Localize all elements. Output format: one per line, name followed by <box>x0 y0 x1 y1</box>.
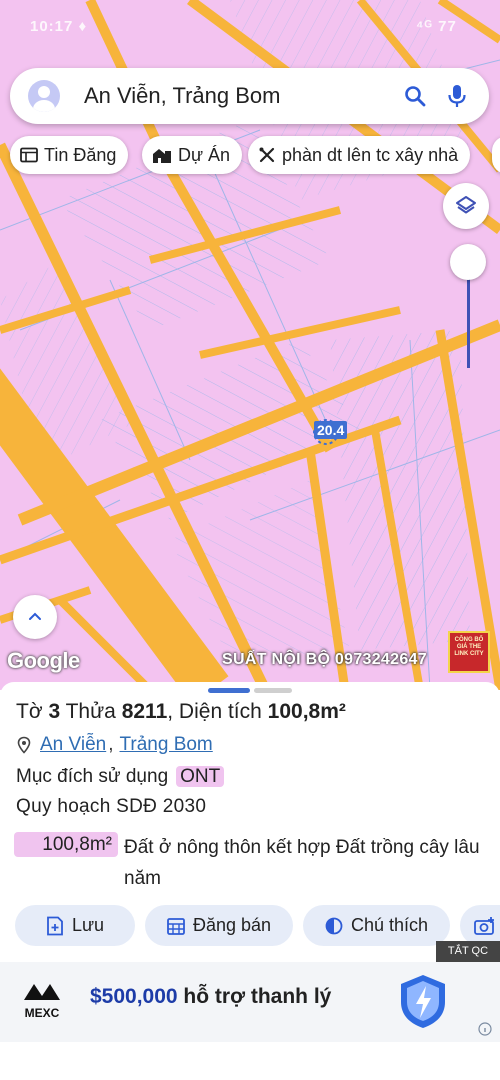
promo-stamp-logo: CÔNG BỐ GIÁ THE LINK CITY <box>448 631 490 673</box>
parcel-area: 100,8m² <box>267 700 346 723</box>
commune-link[interactable]: An Viễn <box>40 734 106 756</box>
contrast-icon <box>325 917 343 934</box>
purpose-label: Mục đích sử dụng <box>16 766 169 787</box>
page-indicator-active[interactable] <box>208 688 250 693</box>
status-time: 10:17 ♦ <box>30 18 88 35</box>
chip-tin-dang[interactable]: Tin Đăng <box>10 136 129 174</box>
avatar[interactable] <box>28 80 60 112</box>
expand-up-button[interactable] <box>13 595 57 639</box>
map-watermark: SUẤT NỘI BỘ 0973242647 <box>222 651 427 668</box>
chip-label: Tin Đăng <box>44 144 117 165</box>
save-button[interactable]: Lưu <box>15 905 135 946</box>
search-bar[interactable]: An Viễn, Trảng Bom <box>10 68 489 124</box>
search-icon <box>405 86 426 107</box>
save-label: Lưu <box>71 915 105 935</box>
slider-thumb[interactable] <box>450 244 486 280</box>
legend-button[interactable]: Chú thích <box>303 905 450 946</box>
chevron-up-icon <box>29 612 41 620</box>
search-query[interactable]: An Viễn, Trảng Bom <box>84 83 397 109</box>
shield-icon <box>401 975 445 1028</box>
ad-info-icon[interactable] <box>478 1022 492 1036</box>
parcel-info-sheet[interactable]: Tờ 3 Thửa 8211, Diện tích 100,8m² An Viễ… <box>0 682 500 964</box>
page-indicator[interactable] <box>254 688 292 693</box>
district-link[interactable]: Trảng Bom <box>119 734 212 756</box>
ad-banner[interactable]: MEXC $500,000 hỗ trợ thanh lý <box>0 962 500 1042</box>
close-ad-button[interactable]: TẮT QC <box>436 941 500 962</box>
layers-button[interactable] <box>443 183 489 229</box>
ad-text: hỗ trợ thanh lý <box>177 985 332 1008</box>
post-for-sale-label: Đăng bán <box>192 915 272 935</box>
opacity-slider[interactable] <box>450 244 486 369</box>
chip-du-an[interactable]: Dự Án <box>142 136 243 174</box>
post-for-sale-button[interactable]: Đăng bán <box>145 905 293 946</box>
add-photo-button[interactable] <box>460 905 500 946</box>
calendar-icon <box>167 917 185 935</box>
parcel-word: Thửa <box>65 700 116 723</box>
plan-label: Quy hoạch SDĐ 2030 <box>16 796 207 817</box>
ad-brand: MEXC <box>24 1006 60 1020</box>
land-use-purpose: Mục đích sử dụng ONT <box>16 766 225 788</box>
chip-phan-dt[interactable]: phàn dt lên tc xây nhà <box>248 136 471 174</box>
parcel-number: 8211 <box>121 700 168 723</box>
sheet-number: 3 <box>48 700 61 723</box>
microphone-icon <box>448 85 466 107</box>
promo-stamp-text: CÔNG BỐ GIÁ THE LINK CITY <box>454 637 484 657</box>
bottom-safe-area <box>0 1042 500 1080</box>
building-icon <box>153 149 171 163</box>
plan-description: Đất ở nông thôn kết hợp Đất trồng cây lâ… <box>124 837 480 889</box>
ad-amount: $500,000 <box>90 985 178 1008</box>
chip-label: Dự Án <box>178 144 231 165</box>
legend-label: Chú thích <box>350 915 429 935</box>
google-logo: Google <box>7 648 80 673</box>
plan-area-badge: 100,8m² <box>14 832 118 857</box>
tools-icon <box>259 147 275 163</box>
status-signal: ⁴ᴳ 77 <box>416 18 457 35</box>
parcel-title: Tờ 3 Thửa 8211, Diện tích 100,8m² <box>16 700 346 724</box>
search-button[interactable] <box>397 78 433 114</box>
parcel-location: An Viễn, Trảng Bom <box>16 734 215 756</box>
title-prefix: Tờ <box>16 700 43 723</box>
layers-icon <box>456 196 476 214</box>
area-word: , Diện tích <box>167 700 262 723</box>
purpose-code-badge: ONT <box>176 766 225 787</box>
save-icon <box>47 916 63 935</box>
news-icon <box>20 147 38 163</box>
location-separator: , <box>108 734 114 755</box>
voice-search-button[interactable] <box>439 78 475 114</box>
chip-label: phàn dt lên tc xây nhà <box>282 144 459 165</box>
camera-plus-icon <box>474 916 494 935</box>
ad-headline: $500,000 hỗ trợ thanh lý <box>90 985 331 1009</box>
location-pin-icon <box>17 736 31 754</box>
parcel-label[interactable]: 20.4 <box>314 421 348 439</box>
app-screen: 10:17 ♦ ⁴ᴳ 77 20.4 Google SUẤT NỘI BỘ 09… <box>0 0 500 1080</box>
mexc-logo-icon <box>24 984 60 1000</box>
